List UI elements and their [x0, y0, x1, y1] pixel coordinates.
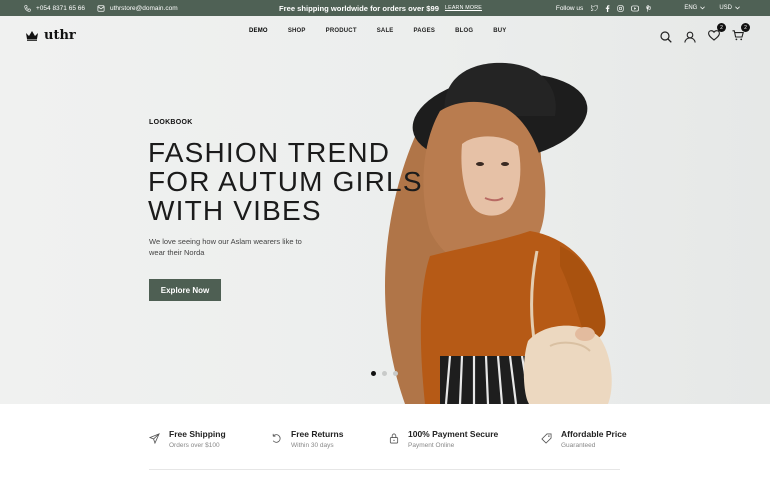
feature-free-returns: Free Returns Within 30 days — [271, 429, 343, 449]
cart-icon — [732, 30, 744, 41]
section-divider — [149, 469, 620, 470]
tag-icon — [541, 433, 552, 444]
nav-item-buy[interactable]: BUY — [493, 28, 506, 34]
mail-icon — [97, 4, 105, 12]
cart-button[interactable]: 2 — [732, 23, 750, 46]
cart-count-badge: 2 — [741, 23, 750, 32]
chevron-down-icon — [735, 6, 740, 10]
headline-line-3: WITH VIBES — [148, 195, 322, 226]
return-icon — [272, 433, 281, 443]
phone-icon — [24, 4, 31, 12]
slider-pagination — [371, 371, 398, 376]
learn-more-link[interactable]: LEARN MORE — [445, 5, 482, 11]
user-icon[interactable] — [684, 31, 696, 43]
top-bar: +054 8371 65 66 uthrstore@domain.com Fre… — [0, 0, 770, 16]
language-value: ENG — [684, 5, 698, 11]
nav-item-sale[interactable]: SALE — [377, 28, 394, 34]
chevron-down-icon — [700, 6, 706, 10]
feature-title: Free Returns — [291, 429, 344, 439]
phone-number: +054 8371 65 66 — [36, 4, 85, 12]
feature-title: Free Shipping — [169, 429, 226, 439]
feature-title: 100% Payment Secure — [408, 429, 499, 439]
nav-item-demo[interactable]: DEMO — [249, 28, 268, 34]
feature-affordable-price: Affordable Price Guaranteed — [541, 429, 627, 449]
site-logo[interactable]: uthr — [25, 28, 76, 43]
slide-dot-2[interactable] — [382, 371, 387, 376]
hero-subtext: We love seeing how our Aslam wearers lik… — [149, 237, 302, 257]
feature-subtitle: Orders over $100 — [169, 442, 220, 449]
twitter-icon[interactable] — [591, 5, 599, 11]
nav-item-product[interactable]: PRODUCT — [326, 28, 357, 34]
hero-eyebrow: LOOKBOOK — [149, 119, 193, 126]
search-icon[interactable] — [660, 31, 672, 43]
feature-subtitle: Payment Online — [408, 442, 455, 449]
slide-dot-1[interactable] — [371, 371, 376, 376]
currency-value: USD — [719, 5, 732, 11]
headline-line-2: FOR AUTUM GIRLS — [148, 166, 423, 197]
promo-text: Free shipping worldwide for orders over … — [279, 3, 439, 13]
pinterest-icon[interactable] — [646, 4, 652, 12]
features-strip: Free Shipping Orders over $100 Free Retu… — [0, 404, 770, 490]
lock-icon — [389, 433, 399, 444]
feature-title: Affordable Price — [561, 429, 627, 439]
currency-selector[interactable]: USD — [719, 5, 740, 11]
youtube-icon[interactable] — [631, 5, 640, 12]
feature-subtitle: Within 30 days — [291, 442, 334, 449]
hero-headline: FASHION TREND FOR AUTUM GIRLS WITH VIBES — [148, 137, 423, 226]
heart-icon — [708, 30, 720, 41]
language-selector[interactable]: ENG — [684, 5, 706, 11]
logo-text: uthr — [44, 28, 76, 43]
crown-icon — [26, 31, 38, 41]
nav-item-blog[interactable]: BLOG — [455, 28, 473, 34]
wishlist-button[interactable]: 2 — [708, 23, 726, 46]
nav-item-shop[interactable]: SHOP — [288, 28, 306, 34]
explore-now-button[interactable]: Explore Now — [149, 279, 221, 301]
slide-dot-3[interactable] — [393, 371, 398, 376]
site-header: uthr DEMO SHOP PRODUCT SALE PAGES BLOG B… — [0, 16, 770, 56]
email-address: uthrstore@domain.com — [109, 4, 178, 12]
main-nav: DEMO SHOP PRODUCT SALE PAGES BLOG BUY — [249, 28, 507, 34]
instagram-icon[interactable] — [617, 4, 624, 12]
feature-secure-payment: 100% Payment Secure Payment Online — [389, 429, 498, 449]
email-contact[interactable]: uthrstore@domain.com — [97, 5, 178, 12]
headline-line-1: FASHION TREND — [148, 137, 391, 168]
wishlist-count-badge: 2 — [717, 23, 726, 32]
phone-contact[interactable]: +054 8371 65 66 — [24, 5, 85, 12]
header-actions: 2 2 — [660, 23, 750, 46]
social-links — [591, 4, 652, 12]
feature-free-shipping: Free Shipping Orders over $100 — [149, 429, 226, 449]
follow-us-label: Follow us — [555, 4, 584, 12]
nav-item-pages[interactable]: PAGES — [414, 28, 436, 34]
facebook-icon[interactable] — [605, 4, 610, 12]
feature-subtitle: Guaranteed — [561, 442, 596, 449]
paper-plane-icon — [149, 433, 160, 444]
